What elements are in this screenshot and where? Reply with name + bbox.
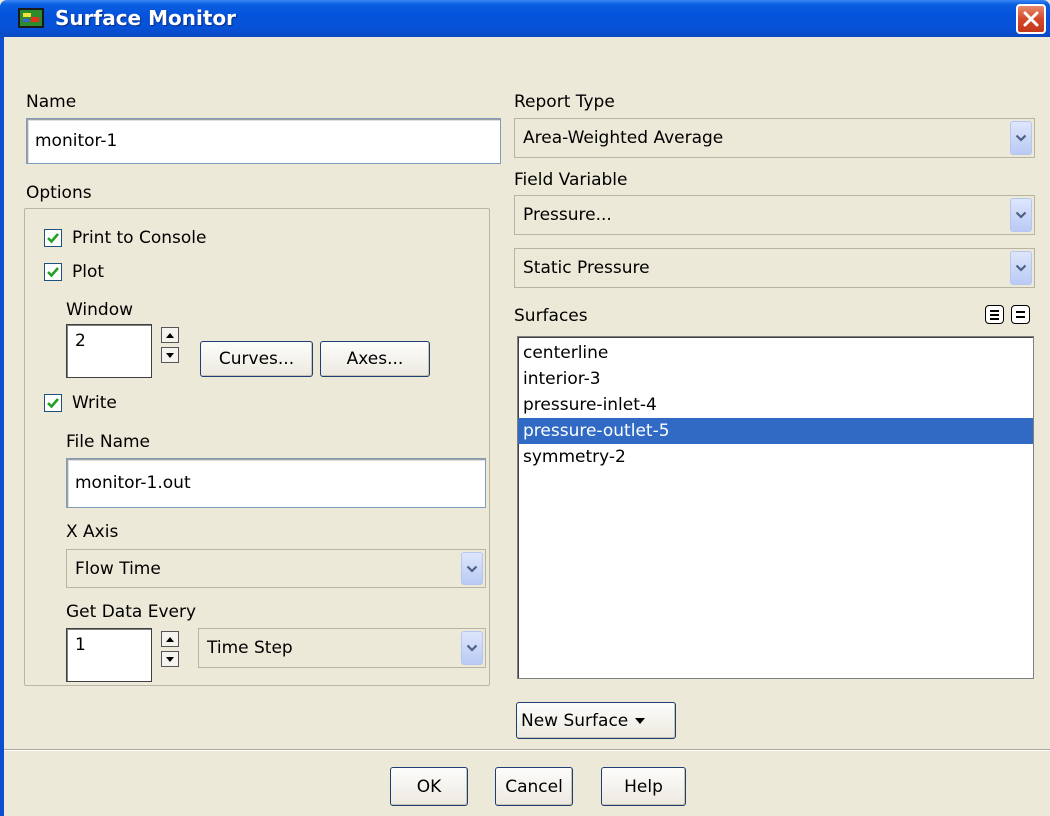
x-axis-value: Flow Time [75,558,161,579]
cancel-button[interactable]: Cancel [495,767,573,806]
x-axis-dropdown-button[interactable] [461,552,483,585]
chevron-down-icon [466,565,478,573]
dropdown-triangle-icon [635,717,646,724]
window-frame [0,37,4,816]
surface-item-pressure-inlet-4[interactable]: pressure-inlet-4 [518,392,1033,418]
options-label: Options [26,183,92,203]
print-to-console-checkbox[interactable] [44,229,62,247]
chevron-down-icon [1015,264,1027,272]
report-type-select[interactable]: Area-Weighted Average [514,118,1035,158]
chevron-down-icon [466,644,478,652]
button-separator [4,749,1050,751]
title-bar[interactable]: Surface Monitor [0,0,1050,37]
app-icon [18,8,44,28]
name-value: monitor-1 [35,131,118,151]
surfaces-label: Surfaces [514,306,588,326]
surface-item-centerline[interactable]: centerline [518,340,1033,366]
axes-button[interactable]: Axes... [320,341,430,377]
field-variable-select[interactable]: Static Pressure [514,248,1035,288]
get-data-every-value: 1 [75,635,86,655]
get-data-spin-up-button[interactable] [161,631,179,647]
plot-checkbox[interactable] [44,263,62,281]
report-type-value: Area-Weighted Average [523,128,724,148]
field-variable-dropdown-button[interactable] [1010,251,1032,285]
checkmark-icon [47,233,59,244]
curves-button[interactable]: Curves... [200,341,313,377]
get-data-unit-value: Time Step [207,638,293,658]
help-button[interactable]: Help [601,767,686,806]
print-to-console-label: Print to Console [72,228,207,248]
window-title: Surface Monitor [55,6,236,30]
file-name-input[interactable]: monitor-1.out [66,458,486,508]
file-name-label: File Name [66,432,151,452]
field-variable-category-value: Pressure... [523,205,612,225]
close-icon [1023,11,1039,27]
select-all-surfaces-button[interactable] [985,305,1004,324]
surface-monitor-dialog: Surface Monitor Name monitor-1 Options P… [0,0,1050,816]
close-button[interactable] [1016,4,1046,34]
window-number-input[interactable]: 2 [66,324,152,378]
get-data-every-label: Get Data Every [66,602,197,622]
checkmark-icon [47,267,59,278]
window-spin-up-button[interactable] [161,327,179,343]
name-label: Name [26,92,77,112]
checkmark-icon [47,398,59,409]
get-data-unit-dropdown-button[interactable] [461,631,483,665]
surfaces-list[interactable]: centerline interior-3 pressure-inlet-4 p… [517,336,1034,679]
deselect-all-surfaces-button[interactable] [1011,305,1030,324]
name-input[interactable]: monitor-1 [26,118,501,164]
chevron-down-icon [1015,134,1027,142]
arrow-up-icon [166,332,174,338]
window-spin-down-button[interactable] [161,347,179,363]
arrow-down-icon [166,656,174,662]
field-variable-category-dropdown-button[interactable] [1010,198,1032,232]
x-axis-select[interactable]: Flow Time [66,549,486,588]
arrow-down-icon [166,352,174,358]
surface-item-pressure-outlet-5[interactable]: pressure-outlet-5 [518,418,1033,444]
ok-button[interactable]: OK [390,767,468,806]
get-data-spin-down-button[interactable] [161,651,179,667]
write-checkbox[interactable] [44,394,62,412]
window-number-value: 2 [75,331,86,351]
plot-label: Plot [72,262,105,282]
window-label: Window [66,300,134,320]
new-surface-button[interactable]: New Surface [516,702,676,739]
new-surface-label: New Surface [521,710,629,731]
deselect-all-icon [1016,311,1025,318]
arrow-up-icon [166,636,174,642]
report-type-dropdown-button[interactable] [1010,121,1032,155]
file-name-value: monitor-1.out [75,473,191,493]
field-variable-category-select[interactable]: Pressure... [514,195,1035,235]
surface-item-interior-3[interactable]: interior-3 [518,366,1033,392]
field-variable-label: Field Variable [514,170,628,190]
write-label: Write [72,393,117,413]
x-axis-label: X Axis [66,522,119,542]
chevron-down-icon [1015,211,1027,219]
surface-item-symmetry-2[interactable]: symmetry-2 [518,444,1033,470]
report-type-label: Report Type [514,92,615,112]
field-variable-value: Static Pressure [523,258,650,278]
get-data-unit-select[interactable]: Time Step [198,628,486,668]
select-all-icon [990,309,999,320]
get-data-every-input[interactable]: 1 [66,628,152,682]
